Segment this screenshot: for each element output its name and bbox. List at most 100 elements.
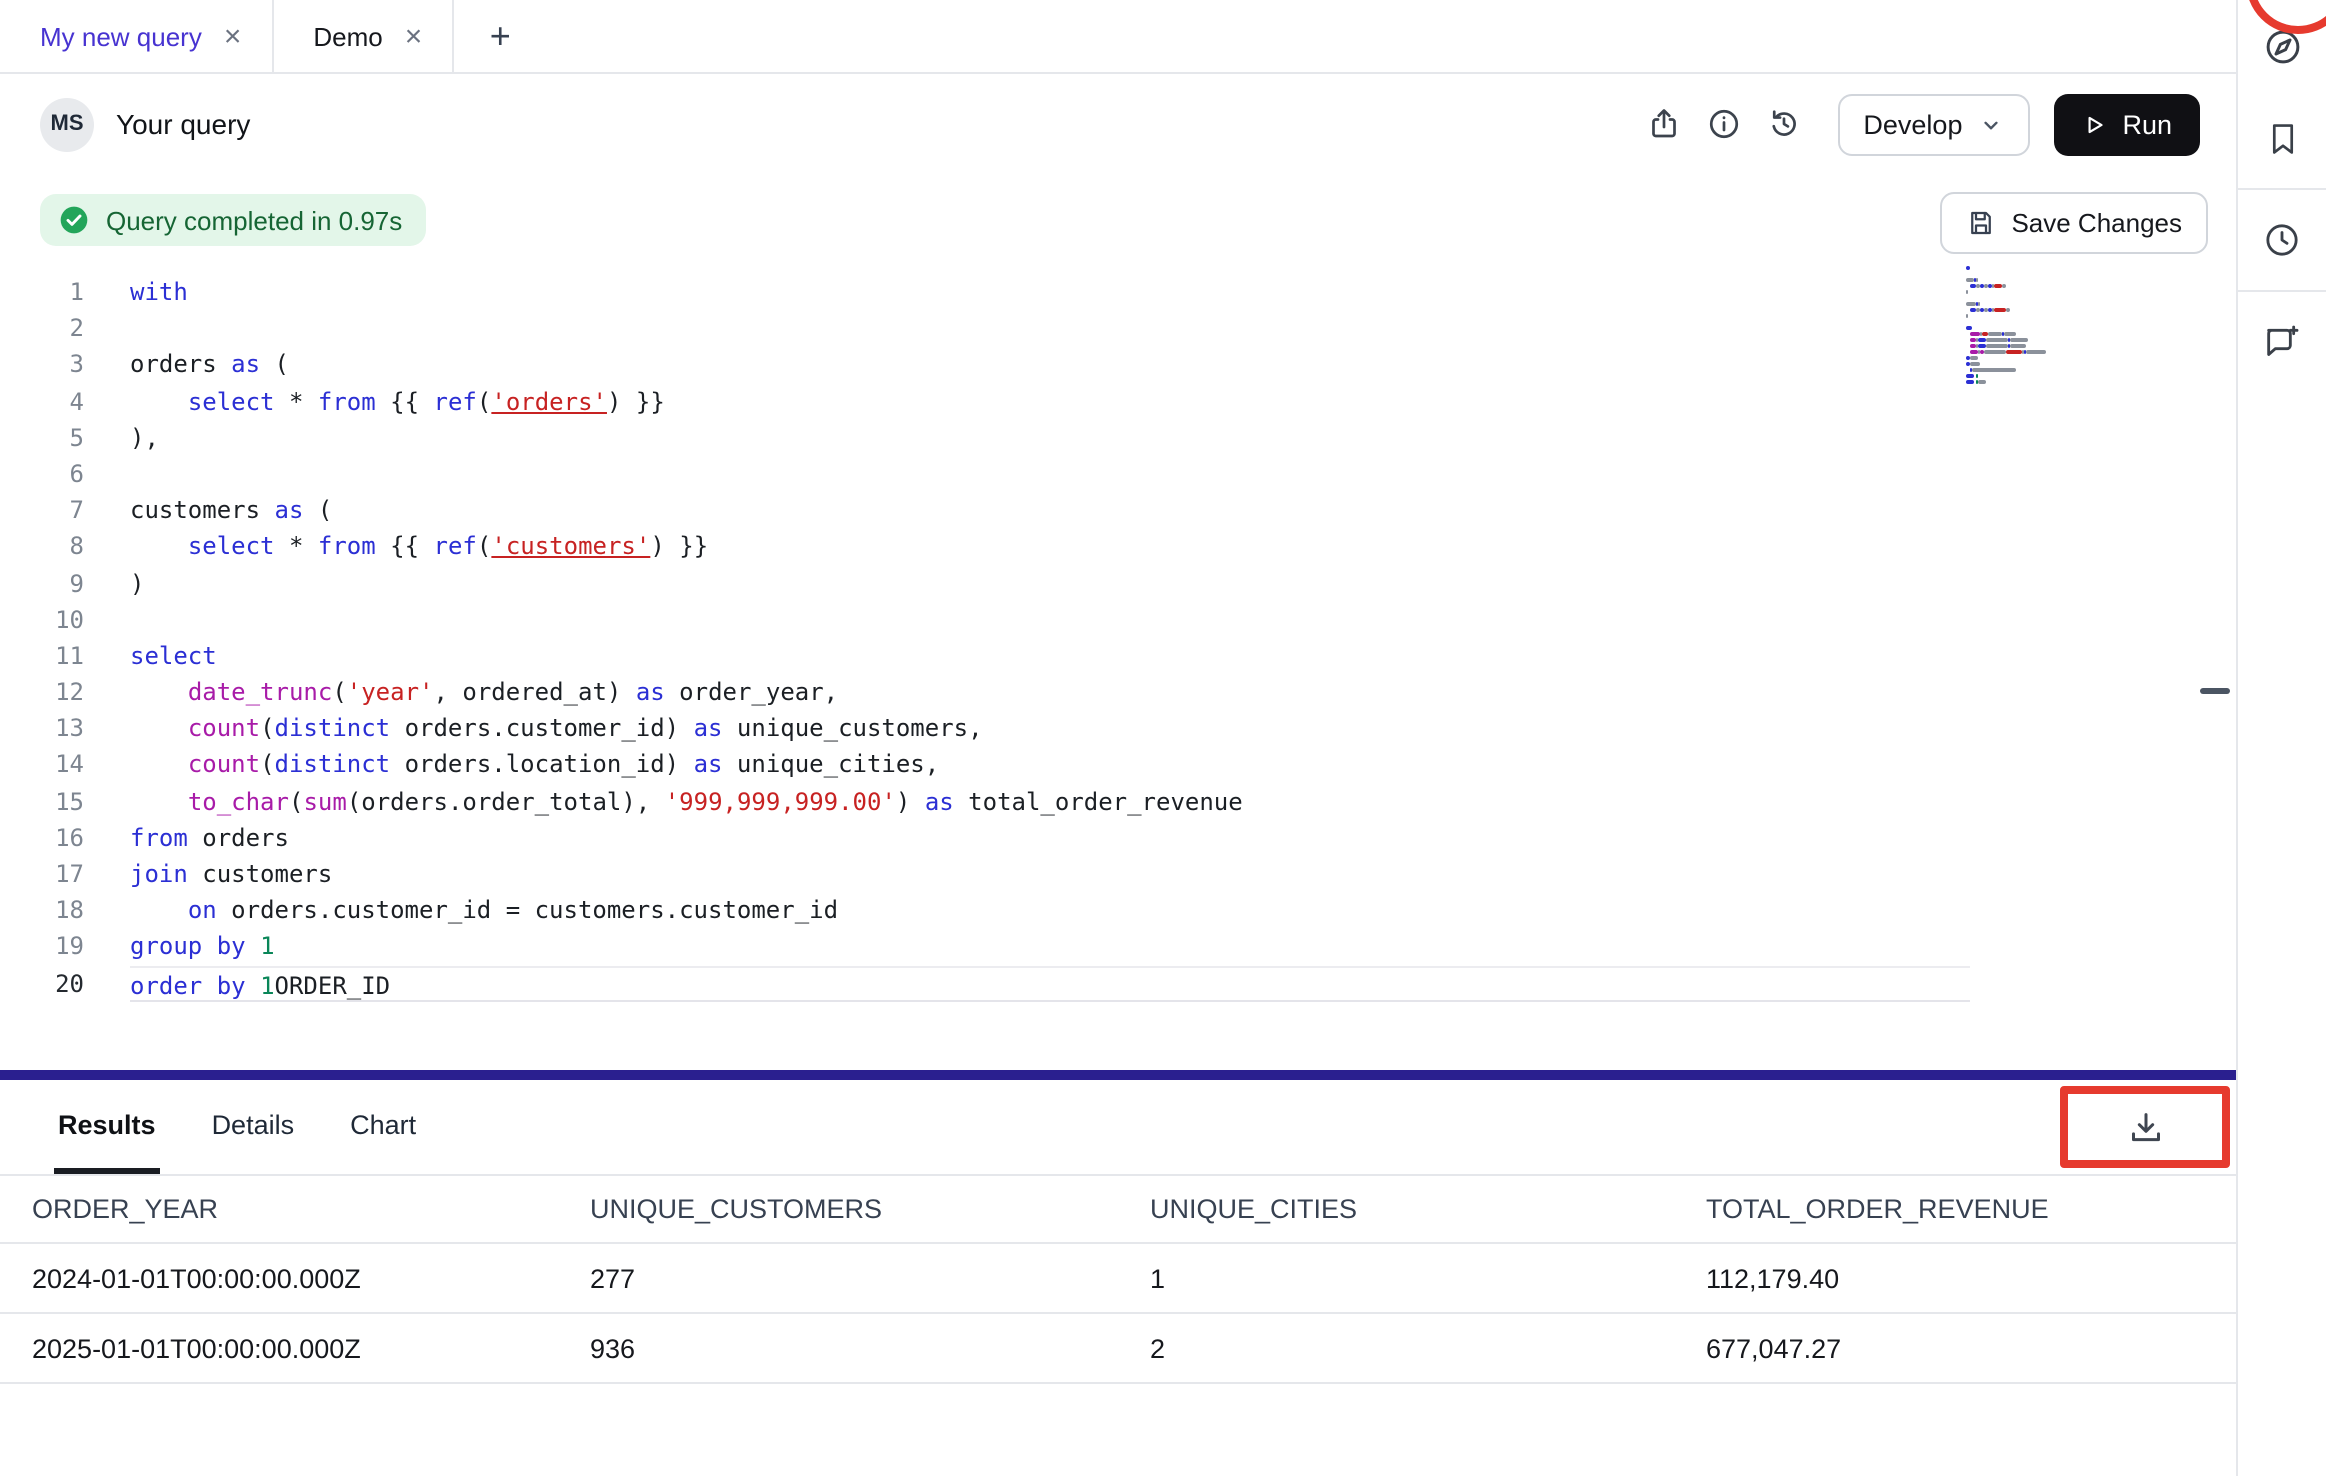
query-status-badge: Query completed in 0.97s <box>40 194 426 246</box>
download-icon[interactable] <box>2125 1107 2165 1147</box>
check-circle-icon <box>58 204 90 236</box>
code-line-13[interactable]: 13 count(distinct orders.customer_id) as… <box>0 711 2236 747</box>
share-icon[interactable] <box>1633 94 1693 154</box>
tab-demo[interactable]: Demo× <box>273 0 454 72</box>
code-line-3[interactable]: 3 orders as ( <box>0 347 2236 383</box>
new-tab-button[interactable]: + <box>454 0 546 72</box>
avatar: MS <box>40 97 94 151</box>
line-number: 14 <box>0 747 84 783</box>
line-number: 1 <box>0 274 84 310</box>
header-cell: TOTAL_ORDER_REVENUE <box>1706 1194 2236 1224</box>
status-message: Query completed in 0.97s <box>106 205 402 235</box>
line-number: 15 <box>0 783 84 819</box>
code-line-text: from orders <box>130 820 289 856</box>
scrollbar-thumb[interactable] <box>2200 688 2230 694</box>
code-line-text: count(distinct orders.customer_id) as un… <box>130 711 983 747</box>
code-line-19[interactable]: 19group by 1 <box>0 929 2236 965</box>
line-number: 18 <box>0 892 84 928</box>
table-body: 2024-01-01T00:00:00.000Z2771112,179.4020… <box>0 1244 2236 1384</box>
line-number: 2 <box>0 310 84 346</box>
code-line-6[interactable]: 6 <box>0 456 2236 492</box>
tab-label: My new query <box>40 21 202 51</box>
tab-bar-tabs: My new query×Demo× <box>0 0 454 72</box>
main-area: My new query×Demo× + MS Your query Devel… <box>0 0 2236 1476</box>
code-line-text: with <box>130 274 188 310</box>
line-number: 4 <box>0 383 84 419</box>
history-clock-icon[interactable] <box>2238 194 2326 286</box>
code-line-2[interactable]: 2 <box>0 310 2236 346</box>
query-toolbar: MS Your query Develop R <box>0 74 2236 174</box>
code-line-17[interactable]: 17 join customers <box>0 856 2236 892</box>
line-number: 12 <box>0 674 84 710</box>
table-cell: 112,179.40 <box>1706 1263 2236 1293</box>
code-line-text: date_trunc('year', ordered_at) as order_… <box>130 674 838 710</box>
tab-results[interactable]: Results <box>54 1080 160 1174</box>
code-line-15[interactable]: 15 to_char(sum(orders.order_total), '999… <box>0 783 2236 819</box>
history-icon[interactable] <box>1753 94 1813 154</box>
table-row: 2025-01-01T00:00:00.000Z9362677,047.27 <box>0 1314 2236 1384</box>
results-panel: Results Details Chart ORDER_YEARUNIQUE_CUS… <box>0 1080 2236 1476</box>
table-cell: 1 <box>1150 1263 1706 1293</box>
code-line-text: join customers <box>130 856 332 892</box>
save-changes-button[interactable]: Save Changes <box>1939 192 2208 254</box>
play-icon <box>2082 111 2108 137</box>
tab-my-new-query[interactable]: My new query × <box>0 0 273 72</box>
right-sidebar <box>2236 0 2326 1476</box>
header-cell: ORDER_YEAR <box>32 1194 590 1224</box>
table-header: ORDER_YEARUNIQUE_CUSTOMERSUNIQUE_CITIEST… <box>0 1176 2236 1244</box>
line-number: 3 <box>0 347 84 383</box>
code-line-7[interactable]: 7customers as ( <box>0 492 2236 528</box>
header-cell: UNIQUE_CUSTOMERS <box>590 1194 1150 1224</box>
sql-editor[interactable]: Query completed in 0.97s Save Changes 1 w… <box>0 174 2236 1070</box>
feedback-chat-icon[interactable] <box>2238 296 2326 388</box>
code-line-16[interactable]: 16 from orders <box>0 820 2236 856</box>
editor-minimap[interactable] <box>1966 266 2062 384</box>
code-line-18[interactable]: 18 on orders.customer_id = customers.cus… <box>0 892 2236 928</box>
code-line-text: to_char(sum(orders.order_total), '999,99… <box>130 783 1243 819</box>
line-number: 17 <box>0 856 84 892</box>
tab-details[interactable]: Details <box>208 1080 299 1174</box>
info-icon[interactable] <box>1693 94 1753 154</box>
code-line-20[interactable]: 20order by 1ORDER_ID <box>0 965 2236 1001</box>
header-cell: UNIQUE_CITIES <box>1150 1194 1706 1224</box>
panel-divider[interactable] <box>0 1070 2236 1080</box>
line-number: 11 <box>0 638 84 674</box>
code-line-1[interactable]: 1 with <box>0 274 2236 310</box>
save-icon <box>1965 208 1995 238</box>
save-label: Save Changes <box>2011 208 2182 238</box>
code-line-text: customers as ( <box>130 492 332 528</box>
run-button[interactable]: Run <box>2054 93 2200 155</box>
tab-chart[interactable]: Chart <box>346 1080 420 1174</box>
chevron-down-icon <box>1978 111 2004 137</box>
line-number: 19 <box>0 929 84 965</box>
code-line-text: select * from {{ ref('customers') }} <box>130 529 708 565</box>
develop-dropdown[interactable]: Develop <box>1837 93 2030 155</box>
code-line-14[interactable]: 14 count(distinct orders.location_id) as… <box>0 747 2236 783</box>
code-line-text: orders as ( <box>130 347 289 383</box>
line-number: 10 <box>0 601 84 637</box>
code-line-9[interactable]: 9) <box>0 565 2236 601</box>
line-number: 9 <box>0 565 84 601</box>
bookmark-icon[interactable] <box>2238 92 2326 184</box>
sidebar-divider <box>2238 290 2326 292</box>
code-line-10[interactable]: 10 <box>0 601 2236 637</box>
line-number: 5 <box>0 420 84 456</box>
table-cell: 277 <box>590 1263 1150 1293</box>
line-number: 20 <box>0 965 84 1001</box>
line-number: 8 <box>0 529 84 565</box>
code-line-12[interactable]: 12 date_trunc('year', ordered_at) as ord… <box>0 674 2236 710</box>
line-number: 13 <box>0 711 84 747</box>
code-lines[interactable]: 1with23orders as (4 select * from {{ ref… <box>0 274 2236 1002</box>
close-icon[interactable]: × <box>224 21 242 51</box>
code-line-text: select * from {{ ref('orders') }} <box>130 383 665 419</box>
code-line-11[interactable]: 11select <box>0 638 2236 674</box>
code-line-8[interactable]: 8 select * from {{ ref('customers') }} <box>0 529 2236 565</box>
develop-label: Develop <box>1863 109 1962 139</box>
annotation-box <box>2060 1086 2230 1168</box>
code-line-4[interactable]: 4 select * from {{ ref('orders') }} <box>0 383 2236 419</box>
sidebar-divider <box>2238 188 2326 190</box>
code-line-5[interactable]: 5), <box>0 420 2236 456</box>
line-number: 16 <box>0 820 84 856</box>
table-cell: 677,047.27 <box>1706 1333 2236 1363</box>
close-icon[interactable]: × <box>405 21 423 51</box>
